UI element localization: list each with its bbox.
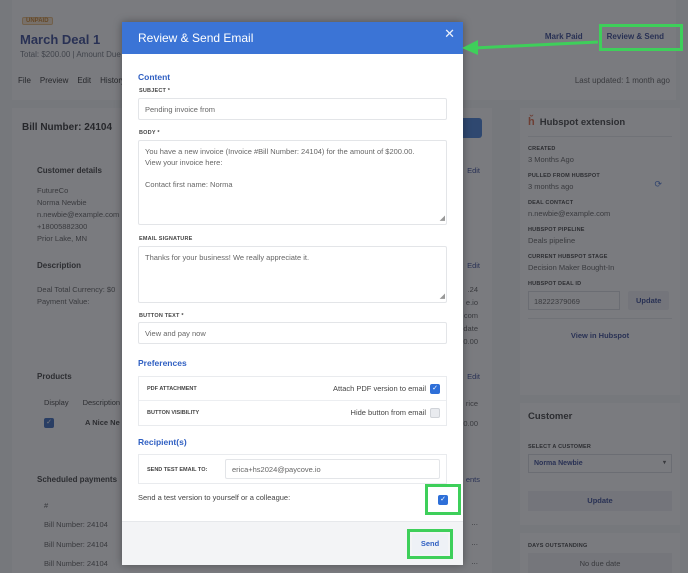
attach-pdf-text: Attach PDF version to email <box>333 384 426 393</box>
test-email-label: Send test email to: <box>147 467 208 473</box>
pdf-attachment-row: PDF Attachment Attach PDF version to ema… <box>139 377 446 401</box>
modal-footer: Send <box>122 521 463 565</box>
content-heading: Content <box>138 72 171 82</box>
send-test-checkbox[interactable]: ✓ <box>438 495 448 505</box>
hide-button-checkbox[interactable] <box>430 408 440 418</box>
send-test-text: Send a test version to yourself or a col… <box>138 493 291 502</box>
body-label: Body * <box>139 130 160 136</box>
resize-handle-icon[interactable]: ◢ <box>440 213 445 224</box>
subject-label: Subject * <box>139 88 171 94</box>
test-email-input[interactable]: erica+hs2024@paycove.io <box>225 459 440 479</box>
annotation-arrow-icon <box>462 40 599 55</box>
send-highlight: Send <box>407 529 453 559</box>
subject-input[interactable]: Pending invoice from <box>138 98 447 120</box>
preferences-box: PDF Attachment Attach PDF version to ema… <box>138 376 447 426</box>
resize-handle-icon[interactable]: ◢ <box>440 291 445 302</box>
review-send-email-modal: Review & Send Email ✕ Content Subject * … <box>122 22 463 565</box>
button-visibility-row: Button Visibility Hide button from email <box>139 401 446 425</box>
send-button[interactable]: Send <box>412 534 448 554</box>
button-text-label: Button Text * <box>139 313 184 319</box>
modal-header: Review & Send Email ✕ <box>122 22 463 54</box>
recipient-box: Send test email to: erica+hs2024@paycove… <box>138 454 447 484</box>
button-text-input[interactable]: View and pay now <box>138 322 447 344</box>
signature-label: Email Signature <box>139 236 193 242</box>
review-send-highlight <box>599 24 683 51</box>
hide-button-text: Hide button from email <box>350 408 426 417</box>
close-icon[interactable]: ✕ <box>444 27 455 40</box>
modal-title: Review & Send Email <box>138 31 254 45</box>
send-test-highlight: ✓ <box>425 484 461 515</box>
body-textarea[interactable]: You have a new invoice (Invoice #Bill Nu… <box>138 140 447 225</box>
recipients-heading: Recipient(s) <box>138 437 187 447</box>
preferences-heading: Preferences <box>138 358 187 368</box>
pdf-attachment-label: PDF Attachment <box>147 386 197 392</box>
signature-textarea[interactable]: Thanks for your business! We really appr… <box>138 246 447 303</box>
button-visibility-label: Button Visibility <box>147 410 200 416</box>
attach-pdf-checkbox[interactable]: ✓ <box>430 384 440 394</box>
